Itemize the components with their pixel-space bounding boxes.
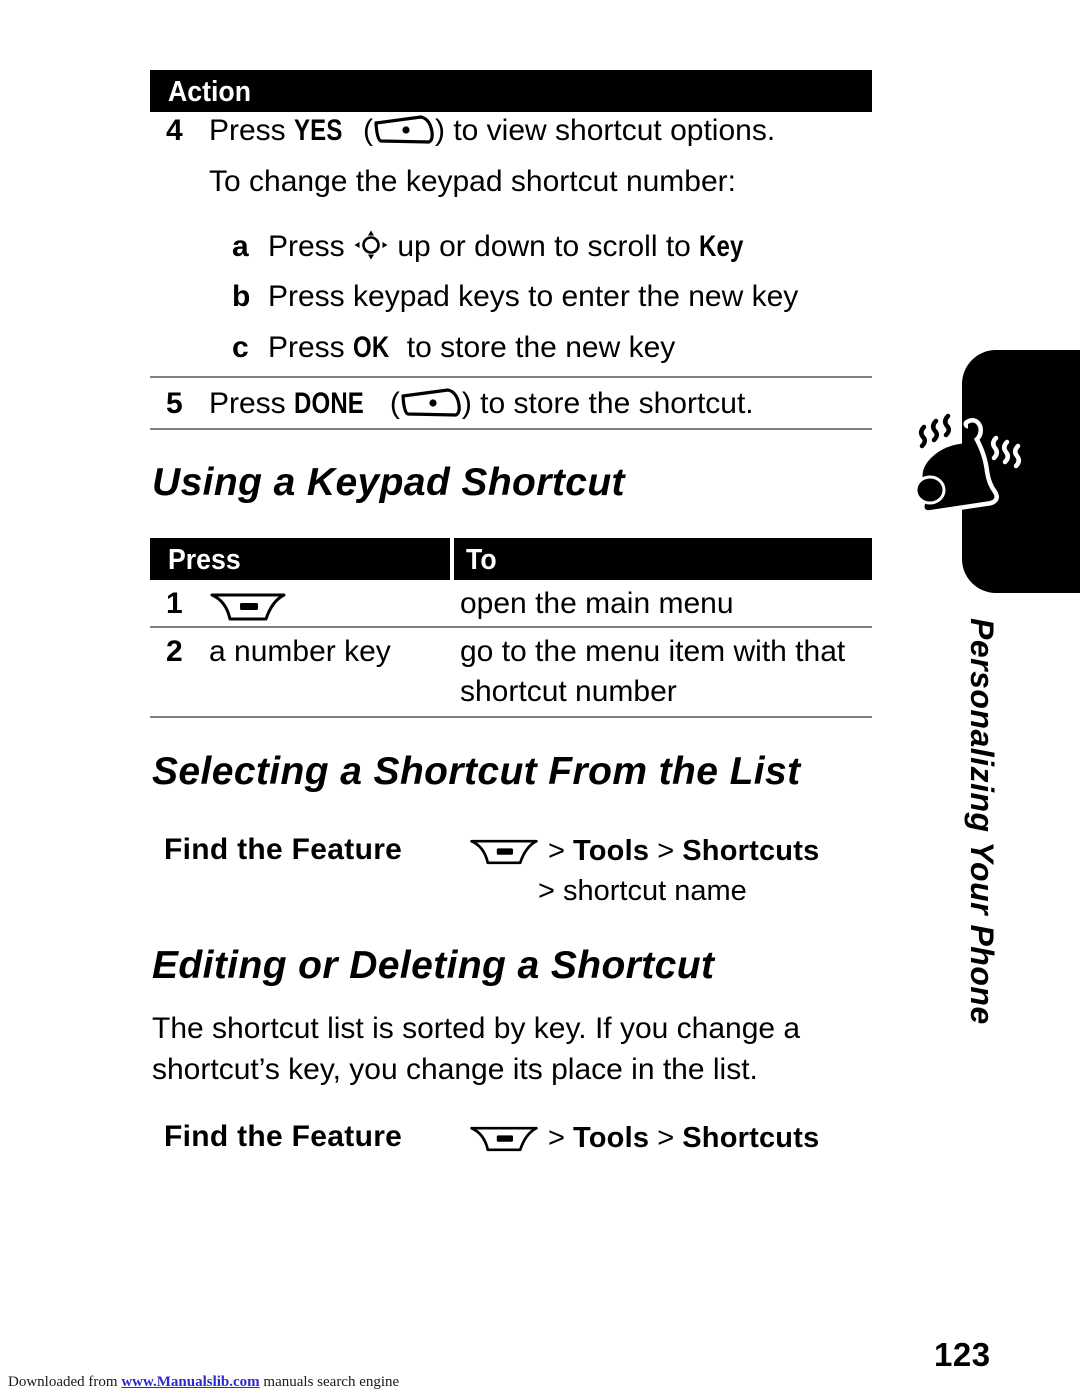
press-table-row-divider (150, 626, 872, 628)
press-row-press-2: a number key (209, 635, 391, 668)
menu-key-icon (208, 590, 288, 629)
step-4-paren-open: ( (354, 114, 373, 147)
press-row-number-1: 1 (166, 587, 183, 620)
section-heading-selecting-shortcut: Selecting a Shortcut From the List (152, 750, 801, 793)
path-chevron-4: > (649, 1122, 683, 1154)
press-row-to-1: open the main menu (460, 587, 734, 620)
editing-paragraph: The shortcut list is sorted by key. If y… (152, 1012, 801, 1086)
find-the-feature-label-2: Find the Feature (164, 1120, 403, 1153)
step-5-pre: Press (209, 387, 295, 420)
manualslib-link[interactable]: www.Manualslib.com (121, 1374, 259, 1390)
header-column-divider (450, 538, 454, 580)
step-c-text: Press OK to store the new key (268, 328, 675, 368)
action-row-divider (150, 376, 872, 378)
page-number: 123 (934, 1336, 991, 1373)
path-chevron-3: > (548, 1122, 573, 1154)
menu-key-icon (468, 836, 540, 873)
press-row-to-2-line2: shortcut number (460, 675, 677, 708)
ok-key-label: OK (353, 331, 390, 364)
press-row-number-2: 2 (166, 635, 183, 668)
step-4-text: Press YES ( ) to view shortcut options. (209, 111, 775, 157)
action-table-bottom-rule (150, 428, 872, 430)
step-number-4: 4 (166, 114, 183, 147)
step-a-post: up or down to scroll to (389, 230, 700, 263)
step-4-pre: Press (209, 114, 295, 147)
press-row-to-2-line1: go to the menu item with that (460, 635, 846, 668)
step-5-paren-open: ( (381, 387, 400, 420)
find-the-feature-label-1: Find the Feature (164, 833, 403, 866)
action-column-header: Action (168, 76, 252, 108)
find-the-feature-path-1-line2: > shortcut name (538, 875, 747, 907)
done-key-label: DONE (294, 387, 365, 420)
step-number-5: 5 (166, 387, 183, 420)
press-to-table-header: Press To (150, 538, 872, 580)
download-notice-suffix: manuals search engine (259, 1374, 400, 1390)
path-shortcuts-2: Shortcuts (682, 1122, 820, 1154)
step-5-post: ) to store the shortcut. (461, 387, 754, 420)
menu-key-icon (468, 1123, 540, 1160)
step-4-post: ) to view shortcut options. (435, 114, 776, 147)
find-the-feature-path-1-line1: > Tools > Shortcuts (548, 832, 819, 870)
nav-key-icon (353, 229, 389, 272)
press-table-bottom-rule (150, 716, 872, 718)
path-chevron-2: > (649, 835, 683, 867)
section-heading-editing-deleting-shortcut: Editing or Deleting a Shortcut (152, 944, 715, 987)
step-c-pre: Press (268, 331, 354, 364)
section-heading-using-keypad-shortcut: Using a Keypad Shortcut (152, 461, 625, 504)
path-tools-1: Tools (573, 835, 650, 867)
path-shortcuts-1: Shortcuts (682, 835, 820, 867)
path-chevron-1: > (548, 835, 573, 867)
action-subintro-text: To change the keypad shortcut number: (209, 165, 736, 198)
step-c-post: to store the new key (398, 331, 676, 364)
to-column-header: To (466, 544, 497, 576)
chapter-tab-label: Personalizing Your Phone (964, 618, 1000, 1025)
find-the-feature-path-2: > Tools > Shortcuts (548, 1119, 819, 1157)
soft-key-icon (400, 387, 462, 430)
step-number-c: c (232, 331, 249, 364)
step-number-b: b (232, 280, 251, 313)
download-notice-prefix: Downloaded from (8, 1374, 122, 1390)
step-b-text: Press keypad keys to enter the new key (268, 280, 799, 313)
yes-key-label: YES (294, 114, 343, 147)
soft-key-icon (373, 114, 435, 157)
step-5-text: Press DONE ( ) to store the shortcut. (209, 384, 754, 430)
action-table-header: Action (150, 70, 872, 112)
path-tools-2: Tools (573, 1122, 650, 1154)
step-a-pre: Press (268, 230, 354, 263)
step-number-a: a (232, 230, 249, 263)
download-notice: Downloaded from www.Manualslib.com manua… (8, 1374, 399, 1391)
key-menu-label: Key (699, 230, 744, 263)
ringing-bell-icon (898, 400, 1030, 537)
step-a-text: Press up or down to scroll to Key (268, 227, 755, 272)
press-column-header: Press (168, 544, 241, 576)
